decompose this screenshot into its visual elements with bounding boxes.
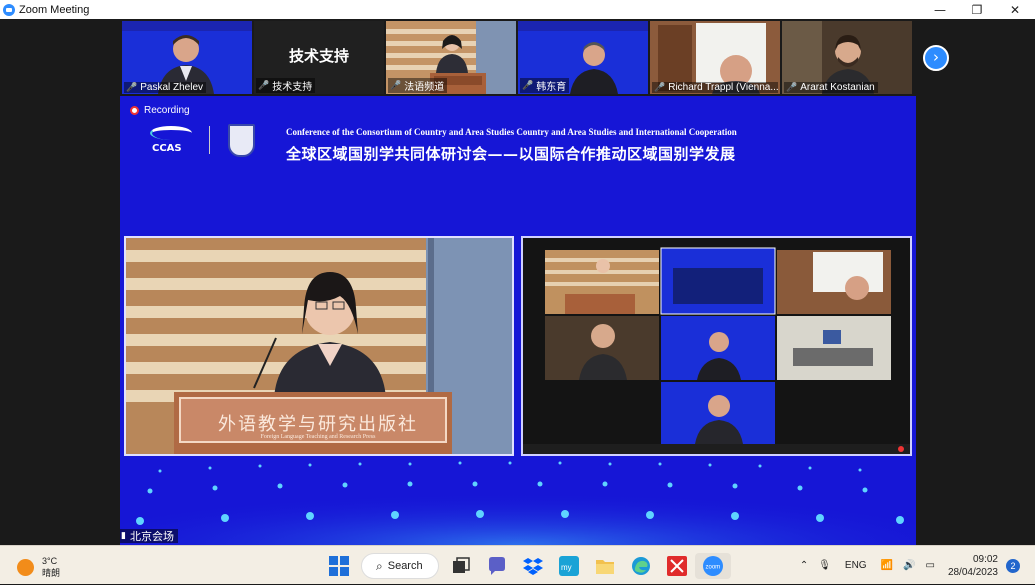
meeting-stage: 🎤 Paskal Zhelev 技术支持 🎤 技术支持 🎤 法语频道 🎤 韩东育…	[0, 19, 1035, 545]
myapp-button[interactable]: my	[551, 553, 587, 579]
ccas-logo: CCAS	[148, 123, 193, 157]
chevron-right-icon: ›	[933, 48, 939, 66]
participant-name: 🎤 技术支持	[256, 78, 316, 93]
participant-tile[interactable]: 🎤 韩东育	[518, 21, 648, 94]
university-shield-logo	[228, 123, 255, 157]
windows-logo-icon	[329, 556, 349, 576]
weather-description: 晴朗	[42, 568, 61, 578]
svg-text:zoom: zoom	[706, 565, 721, 571]
taskbar-search[interactable]: ⌕ Search	[361, 553, 439, 579]
volume-icon[interactable]: 🔊	[903, 560, 915, 571]
clock-date: 28/04/2023	[947, 566, 998, 578]
pdf-app-button[interactable]	[659, 553, 695, 579]
minimize-button[interactable]: —	[922, 0, 958, 19]
weather-temperature: 3°C	[42, 556, 58, 566]
window-titlebar: Zoom Meeting — ❐ ✕	[0, 0, 1035, 19]
taskbar-apps: ⌕ Search my zoom	[321, 553, 731, 579]
mic-muted-icon: 🎤	[786, 82, 798, 93]
close-button[interactable]: ✕	[997, 0, 1033, 19]
battery-icon[interactable]: ▭	[925, 560, 934, 571]
dropbox-icon	[523, 558, 543, 575]
weather-widget[interactable]: 3°C 晴朗	[17, 555, 60, 579]
mic-muted-icon: 🎤	[654, 82, 666, 93]
next-page-button[interactable]: ›	[923, 45, 949, 71]
language-indicator[interactable]: ENG	[845, 560, 867, 571]
recording-indicator: Recording	[130, 105, 190, 116]
recording-icon	[130, 106, 139, 115]
signal-bars-icon: ▮	[121, 531, 126, 541]
taskbar: 3°C 晴朗 ⌕ Search my zoom ⌃ 🎙 ENG 📶 🔊 ▭ 09…	[0, 545, 1035, 584]
microphone-icon[interactable]: 🎙	[818, 560, 831, 571]
clock-time: 09:02	[972, 553, 998, 565]
participant-tile[interactable]: 技术支持 🎤 技术支持	[254, 21, 384, 94]
wifi-icon[interactable]: 📶	[881, 560, 893, 571]
chat-icon	[489, 557, 505, 575]
app-tile-icon: my	[559, 556, 579, 576]
remote-gallery-video	[521, 236, 912, 456]
mic-muted-icon: 🎤	[126, 82, 138, 93]
task-view-icon	[453, 557, 470, 573]
participant-name: 🎤 Ararat Kostanian	[784, 82, 878, 93]
participant-tile[interactable]: 🎤 Richard Trappl (Vienna...	[650, 21, 780, 94]
remote-gallery-scene	[523, 238, 910, 454]
pdf-icon	[667, 556, 687, 576]
file-explorer-button[interactable]	[587, 553, 623, 579]
clock[interactable]: 09:02 28/04/2023	[948, 553, 998, 579]
podium-sign-text: 外语教学与研究出版社	[218, 414, 418, 435]
banner-logos: CCAS	[148, 123, 255, 157]
zoom-app-button[interactable]: zoom	[695, 553, 731, 579]
banner-title-zh: 全球区域国别学共同体研讨会——以国际合作推动区域国别学发展	[286, 145, 736, 163]
participant-name: 🎤 法语频道	[388, 78, 448, 93]
site-label: ▮ 北京会场	[120, 529, 178, 543]
teams-chat-button[interactable]	[479, 553, 515, 579]
mic-muted-icon: 🎤	[258, 80, 270, 91]
participant-name: 🎤 韩东育	[520, 78, 570, 93]
system-tray: ⌃ 🎙 ENG 📶 🔊 ▭ 09:02 28/04/2023 2	[795, 546, 1035, 585]
participant-tile[interactable]: 🎤 Ararat Kostanian	[782, 21, 912, 94]
mic-muted-icon: 🎤	[522, 80, 534, 91]
dropbox-button[interactable]	[515, 553, 551, 579]
task-view-button[interactable]	[443, 553, 479, 579]
participant-tile[interactable]: 🎤 法语频道	[386, 21, 516, 94]
participant-name: 🎤 Richard Trappl (Vienna...	[652, 82, 778, 93]
logo-divider	[209, 126, 210, 154]
participant-name: 🎤 Paskal Zhelev	[124, 82, 207, 93]
folder-icon	[596, 560, 614, 574]
notification-badge[interactable]: 2	[1006, 558, 1020, 573]
participant-tile[interactable]: 🎤 Paskal Zhelev	[122, 21, 252, 94]
edge-icon	[632, 557, 650, 575]
banner-title-en: Conference of the Consortium of Country …	[286, 127, 737, 137]
mic-muted-icon: 🎤	[390, 80, 402, 91]
start-button[interactable]	[321, 553, 357, 579]
podium-sign-subtext: Foreign Language Teaching and Research P…	[260, 434, 376, 440]
restore-button[interactable]: ❐	[959, 0, 995, 19]
participant-display-name: 技术支持	[288, 48, 349, 65]
window-title: Zoom Meeting	[19, 3, 90, 16]
show-hidden-icons-button[interactable]: ⌃	[800, 560, 808, 571]
participant-strip: 🎤 Paskal Zhelev 技术支持 🎤 技术支持 🎤 法语频道 🎤 韩东育…	[122, 21, 912, 94]
zoom-logo-icon	[3, 3, 15, 16]
zoom-icon: zoom	[703, 556, 723, 576]
svg-text:my: my	[561, 563, 572, 572]
speaker-video: 外语教学与研究出版社 Foreign Language Teaching and…	[124, 236, 514, 456]
search-icon: ⌕	[376, 558, 383, 573]
main-video: Recording CCAS Conference of the Consort…	[120, 96, 916, 545]
edge-button[interactable]	[623, 553, 659, 579]
sun-icon	[17, 558, 34, 576]
